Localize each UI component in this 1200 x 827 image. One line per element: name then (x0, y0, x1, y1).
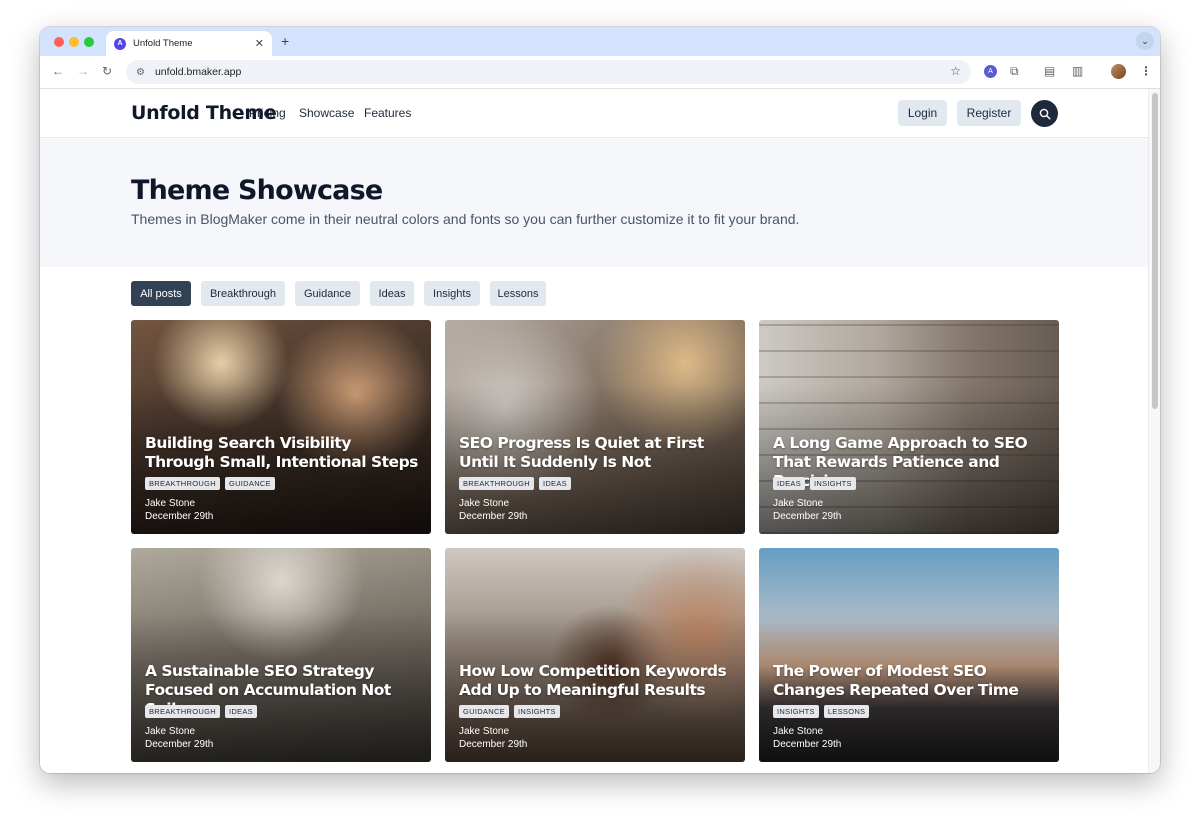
post-author: Jake Stone (773, 726, 824, 737)
tab-search-icon[interactable]: ⌄ (1136, 32, 1154, 50)
post-date: December 29th (145, 739, 214, 750)
close-tab-icon[interactable]: ✕ (255, 37, 264, 50)
back-icon[interactable]: ← (52, 64, 64, 78)
scrollbar-thumb[interactable] (1152, 93, 1158, 409)
extensions-puzzle-icon[interactable]: ⧉ (1010, 64, 1019, 79)
post-title[interactable]: SEO Progress Is Quiet at First Until It … (459, 434, 734, 472)
nav-pricing[interactable]: Pricing (249, 106, 286, 120)
filter-ideas[interactable]: Ideas (370, 281, 414, 306)
post-tag[interactable]: GUIDANCE (459, 705, 509, 718)
post-tags: INSIGHTS LESSONS (773, 705, 870, 718)
browser-tab[interactable]: A Unfold Theme ✕ (106, 31, 272, 56)
url-text: unfold.bmaker.app (154, 66, 242, 78)
reload-icon[interactable]: ↻ (102, 64, 112, 78)
hero-section: Theme Showcase Themes in BlogMaker come … (40, 138, 1148, 267)
post-title[interactable]: The Power of Modest SEO Changes Repeated… (773, 662, 1048, 700)
reading-list-icon[interactable]: ▤ (1044, 64, 1055, 78)
page-scrollbar[interactable] (1148, 89, 1160, 773)
filter-all-posts[interactable]: All posts (131, 281, 191, 306)
post-author: Jake Stone (459, 726, 510, 737)
browser-toolbar: ← → ↻ ⚙ unfold.bmaker.app ☆ A ⧉ ▤ ▥ ⋮ (40, 56, 1160, 89)
nav-showcase[interactable]: Showcase (299, 106, 354, 120)
post-tag[interactable]: IDEAS (538, 477, 571, 490)
maximize-window-button[interactable] (84, 37, 94, 47)
site-header: Unfold Theme Pricing Showcase Features L… (40, 89, 1148, 138)
profile-avatar[interactable] (1111, 64, 1126, 79)
new-tab-icon[interactable]: + (281, 33, 289, 49)
post-tags: IDEAS INSIGHTS (773, 477, 856, 490)
post-tag[interactable]: IDEAS (773, 477, 806, 490)
post-tag[interactable]: INSIGHTS (773, 705, 819, 718)
search-icon (1039, 108, 1051, 120)
favicon-icon: A (114, 37, 126, 50)
post-tag[interactable]: BREAKTHROUGH (145, 477, 220, 490)
post-tag[interactable]: LESSONS (823, 705, 870, 718)
address-bar[interactable]: ⚙ unfold.bmaker.app ☆ (126, 60, 971, 84)
side-panel-icon[interactable]: ▥ (1072, 64, 1083, 78)
login-button[interactable]: Login (898, 100, 947, 126)
post-title[interactable]: Building Search Visibility Through Small… (145, 434, 420, 472)
post-tags: BREAKTHROUGH GUIDANCE (145, 477, 275, 490)
post-date: December 29th (459, 511, 528, 522)
extension-icon[interactable]: A (984, 65, 997, 78)
page-subtitle: Themes in BlogMaker come in their neutra… (131, 211, 800, 227)
post-card[interactable]: The Power of Modest SEO Changes Repeated… (759, 548, 1059, 762)
bookmark-star-icon[interactable]: ☆ (950, 64, 961, 78)
page-viewport: Unfold Theme Pricing Showcase Features L… (40, 89, 1148, 773)
browser-window: A Unfold Theme ✕ + ⌄ ← → ↻ ⚙ unfold.bmak… (40, 27, 1160, 773)
post-title[interactable]: How Low Competition Keywords Add Up to M… (459, 662, 734, 700)
post-tag[interactable]: IDEAS (224, 705, 257, 718)
post-date: December 29th (773, 511, 842, 522)
post-author: Jake Stone (459, 498, 510, 509)
post-tag[interactable]: BREAKTHROUGH (459, 477, 534, 490)
post-date: December 29th (773, 739, 842, 750)
post-tag[interactable]: BREAKTHROUGH (145, 705, 220, 718)
post-date: December 29th (459, 739, 528, 750)
post-author: Jake Stone (773, 498, 824, 509)
tab-title: Unfold Theme (133, 38, 193, 49)
post-author: Jake Stone (145, 498, 196, 509)
post-card[interactable]: Building Search Visibility Through Small… (131, 320, 431, 534)
post-tags: BREAKTHROUGH IDEAS (459, 477, 571, 490)
tab-strip: A Unfold Theme ✕ + ⌄ (40, 27, 1160, 56)
page-title: Theme Showcase (131, 175, 383, 206)
site-info-icon[interactable]: ⚙ (136, 67, 145, 78)
post-tag[interactable]: INSIGHTS (514, 705, 560, 718)
search-button[interactable] (1031, 100, 1058, 127)
filter-lessons[interactable]: Lessons (490, 281, 546, 306)
filter-breakthrough[interactable]: Breakthrough (201, 281, 285, 306)
post-card[interactable]: How Low Competition Keywords Add Up to M… (445, 548, 745, 762)
menu-kebab-icon[interactable]: ⋮ (1140, 64, 1152, 78)
register-button[interactable]: Register (957, 100, 1021, 126)
post-tag[interactable]: GUIDANCE (224, 477, 275, 490)
post-card[interactable]: SEO Progress Is Quiet at First Until It … (445, 320, 745, 534)
post-card[interactable]: A Sustainable SEO Strategy Focused on Ac… (131, 548, 431, 762)
forward-icon[interactable]: → (77, 64, 89, 78)
post-tag[interactable]: INSIGHTS (810, 477, 856, 490)
filter-insights[interactable]: Insights (424, 281, 480, 306)
post-card[interactable]: A Long Game Approach to SEO That Rewards… (759, 320, 1059, 534)
minimize-window-button[interactable] (69, 37, 79, 47)
filter-guidance[interactable]: Guidance (295, 281, 360, 306)
close-window-button[interactable] (54, 37, 64, 47)
post-date: December 29th (145, 511, 214, 522)
post-author: Jake Stone (145, 726, 196, 737)
nav-features[interactable]: Features (364, 106, 411, 120)
post-tags: BREAKTHROUGH IDEAS (145, 705, 257, 718)
post-tags: GUIDANCE INSIGHTS (459, 705, 560, 718)
